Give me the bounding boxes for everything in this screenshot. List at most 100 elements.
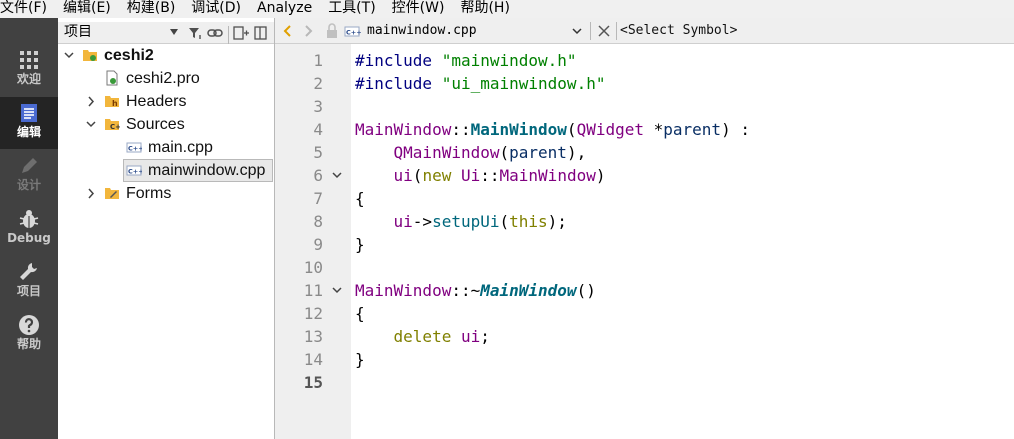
filter-icon[interactable] [186, 24, 204, 42]
mode-edit[interactable]: 编辑 [0, 97, 58, 149]
fold-chevron-icon[interactable] [331, 164, 343, 187]
mode-projects[interactable]: 项目 [0, 256, 58, 308]
svg-text:C+: C+ [110, 123, 120, 131]
code-token: ::~ [451, 281, 481, 300]
tree-item-main-cpp[interactable]: C++ main.cpp [58, 136, 274, 159]
mode-help[interactable]: 帮助 [0, 309, 58, 361]
code-token: delete [393, 327, 452, 346]
menu-tools[interactable]: 工具(T) [328, 0, 383, 18]
link-icon[interactable] [206, 24, 224, 42]
line-number: 12 [303, 304, 323, 323]
code-line[interactable]: delete ui; [355, 325, 490, 348]
lock-icon [327, 23, 337, 38]
chevron-right-icon[interactable] [84, 182, 98, 205]
split-icon[interactable] [232, 24, 250, 42]
menu-build[interactable]: 构建(B) [127, 0, 184, 18]
code-token: Ui [460, 166, 481, 185]
symbol-combo-label: <Select Symbol> [620, 23, 738, 38]
line-number: 5 [313, 143, 323, 162]
view-selector-label: 项目 [64, 24, 92, 40]
close-icon[interactable] [595, 22, 613, 40]
open-document-name: mainwindow.cpp [367, 23, 477, 38]
mode-design[interactable]: 设计 [0, 150, 58, 202]
chevron-right-icon[interactable] [84, 90, 98, 113]
mode-design-label: 设计 [16, 178, 41, 192]
code-line[interactable]: MainWindow::MainWindow(QWidget *parent) … [355, 118, 750, 141]
pencil-icon [22, 158, 37, 173]
symbol-combo[interactable]: <Select Symbol> [620, 21, 920, 41]
menu-widgets[interactable]: 控件(W) [392, 0, 453, 18]
code-line[interactable]: { [355, 302, 365, 325]
code-token: ; [480, 327, 490, 346]
bug-icon [19, 210, 39, 228]
back-arrow-icon[interactable] [279, 22, 297, 40]
view-selector[interactable]: 项目 [58, 22, 182, 44]
tree-item-label: mainwindow.cpp [148, 162, 266, 179]
svg-text:C++: C++ [128, 145, 142, 153]
tree-item-ceshi2[interactable]: ceshi2 [58, 44, 274, 67]
code-token: MainWindow [480, 281, 577, 300]
edit-document-icon [21, 104, 37, 122]
code-token: QWidget [576, 120, 644, 139]
code-line[interactable]: #include "mainwindow.h" [355, 49, 577, 72]
code-line[interactable]: #include "ui_mainwindow.h" [355, 72, 605, 95]
code-token: ( [566, 120, 577, 139]
code-token: } [355, 350, 365, 369]
code-token: ) [595, 166, 606, 185]
menu-debug[interactable]: 调试(D) [191, 0, 249, 18]
mode-debug[interactable]: Debug [0, 203, 58, 255]
line-number: 6 [313, 166, 323, 185]
sources-folder-icon: C+ [105, 119, 120, 131]
code-token: ); [547, 212, 567, 231]
code-line[interactable]: { [355, 187, 365, 210]
tree-item-label: ceshi2.pro [126, 70, 200, 87]
tree-item-label: Sources [126, 116, 185, 133]
code-line[interactable]: ui->setupUi(this); [355, 210, 567, 233]
code-line[interactable]: } [355, 233, 365, 256]
line-number: 1 [313, 51, 323, 70]
code-token: MainWindow [355, 281, 452, 300]
tree-item-forms[interactable]: Forms [58, 182, 274, 205]
menu-file[interactable]: 文件(F) [0, 0, 55, 18]
project-folder-icon [83, 50, 97, 61]
code-editor[interactable]: #include "mainwindow.h" #include "ui_main… [351, 44, 1014, 439]
tree-item-mainwindow-cpp[interactable]: C++ mainwindow.cpp [58, 159, 274, 182]
forward-arrow-icon[interactable] [299, 22, 317, 40]
cpp-file-icon: C++ [344, 26, 361, 37]
mode-welcome[interactable]: 欢迎 [0, 44, 58, 96]
code-token: parent [509, 143, 567, 162]
line-number: 15 [303, 373, 323, 392]
chevron-down-icon[interactable] [84, 113, 98, 136]
code-line[interactable]: QMainWindow(parent), [355, 141, 587, 164]
close-panel-icon[interactable] [252, 24, 270, 42]
line-number: 11 [303, 281, 323, 300]
menu-edit[interactable]: 编辑(E) [63, 0, 119, 18]
code-line[interactable]: MainWindow::~MainWindow() [355, 279, 596, 302]
mode-welcome-label: 欢迎 [16, 72, 41, 86]
chevron-down-icon [170, 29, 178, 35]
tree-item-sources[interactable]: C+ Sources [58, 113, 274, 136]
code-token: ui [393, 166, 413, 185]
code-token: MainWindow [355, 120, 452, 139]
tree-item-pro-file[interactable]: ceshi2.pro [58, 67, 274, 90]
code-token: ) : [721, 120, 750, 139]
mode-debug-label: Debug [7, 231, 51, 245]
toolbar-separator [616, 22, 617, 40]
menu-help[interactable]: 帮助(H) [460, 0, 517, 18]
code-line[interactable]: ui(new Ui::MainWindow) [355, 164, 606, 187]
open-documents-combo[interactable]: C++ mainwindow.cpp [343, 21, 595, 41]
tree-item-headers[interactable]: h Headers [58, 90, 274, 113]
help-icon [19, 315, 39, 335]
chevron-down-icon[interactable] [62, 44, 76, 67]
mode-projects-label: 项目 [16, 284, 41, 298]
forms-folder-icon [105, 188, 119, 199]
fold-chevron-icon[interactable] [331, 279, 343, 302]
menu-analyze[interactable]: Analyze [257, 0, 320, 18]
code-token: ), [566, 143, 587, 162]
code-line[interactable]: } [355, 348, 365, 371]
code-token: -> [412, 212, 433, 231]
line-number: 14 [303, 350, 323, 369]
